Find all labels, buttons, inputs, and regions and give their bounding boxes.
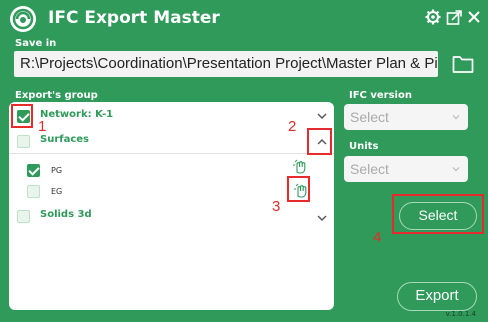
annotation-box-4 — [392, 194, 484, 234]
units-label: Units — [349, 141, 379, 152]
export-button[interactable]: Export — [397, 282, 477, 311]
units-value: Select — [350, 161, 389, 177]
annotation-box-1 — [11, 104, 33, 128]
pointer-hand-icon[interactable] — [291, 157, 309, 175]
annotation-box-2 — [307, 128, 332, 155]
surface-item-pg[interactable]: PG — [9, 157, 334, 180]
chevron-down-icon — [452, 167, 460, 172]
popout-icon[interactable] — [446, 9, 464, 27]
annotation-number-4: 4 — [373, 229, 382, 246]
version-label: v.1.0.1.4 — [445, 310, 476, 318]
eg-checkbox[interactable] — [27, 185, 40, 198]
app-logo — [10, 6, 36, 32]
export-group-panel: Network: K-1 Surfaces PG EG Solids 3d — [9, 102, 334, 310]
chevron-down-icon[interactable] — [317, 213, 327, 223]
chevron-down-icon[interactable] — [317, 111, 327, 121]
group-label-network: Network: K-1 — [40, 109, 114, 120]
ifc-version-label: IFC version — [349, 90, 412, 101]
exports-group-label: Export's group — [15, 90, 98, 101]
solids-checkbox[interactable] — [17, 210, 30, 223]
group-row-solids[interactable]: Solids 3d — [9, 206, 334, 228]
save-path-field[interactable]: R:\Projects\Coordination\Presentation Pr… — [14, 51, 438, 77]
chevron-down-icon — [452, 115, 460, 120]
item-label-pg: PG — [51, 166, 63, 175]
annotation-number-3: 3 — [272, 198, 281, 215]
save-in-label: Save in — [15, 38, 57, 49]
surface-item-eg[interactable]: EG — [9, 182, 334, 202]
units-select[interactable]: Select — [344, 156, 468, 182]
ifc-version-value: Select — [350, 109, 389, 125]
gear-icon[interactable] — [425, 9, 443, 27]
surfaces-checkbox[interactable] — [17, 135, 30, 148]
annotation-box-3 — [287, 176, 310, 202]
pg-checkbox[interactable] — [27, 164, 40, 177]
surfaces-divider — [9, 153, 334, 154]
group-row-surfaces[interactable]: Surfaces — [9, 130, 334, 154]
group-row-network[interactable]: Network: K-1 — [9, 102, 334, 130]
group-label-surfaces: Surfaces — [40, 134, 90, 145]
item-label-eg: EG — [51, 187, 63, 196]
app-title: IFC Export Master — [48, 8, 220, 28]
folder-icon[interactable] — [452, 54, 474, 74]
group-label-solids: Solids 3d — [40, 209, 92, 220]
annotation-number-1: 1 — [38, 118, 47, 135]
ifc-version-select[interactable]: Select — [344, 104, 468, 130]
annotation-number-2: 2 — [288, 118, 297, 135]
close-icon[interactable] — [467, 9, 485, 27]
